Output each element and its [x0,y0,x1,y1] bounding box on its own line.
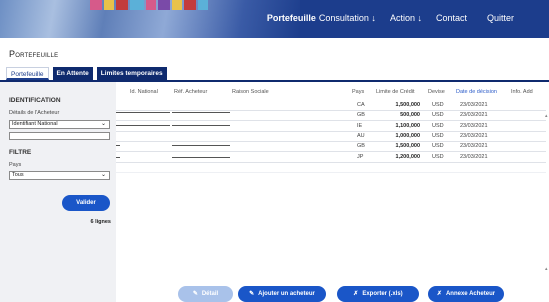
cell-date: 23/03/2021 [460,143,488,149]
cell-devise: USD [432,154,444,160]
cell-devise: USD [432,102,444,108]
row-divider [116,110,546,111]
filtre-heading: FILTRE [9,149,32,156]
pays-select-value: Tous [12,172,24,178]
filter-id-national-input-2[interactable] [116,125,170,126]
detail-button-label: Détail [201,291,219,297]
exporter-xls-label: Exporter (.xls) [362,291,403,297]
chevron-down-icon: ⌄ [100,121,106,127]
cell-limite: 500,000 [400,112,420,118]
cell-devise: USD [432,123,444,129]
id-search-input[interactable] [9,132,110,140]
cell-date: 23/03/2021 [460,133,488,139]
scroll-down-icon[interactable]: ▴ [545,267,549,272]
nav-portefeuille[interactable]: Portefeuille [267,13,316,23]
detail-button[interactable]: ✎ Détail [178,286,233,302]
header-pays[interactable]: Pays [352,89,364,95]
annexe-acheteur-button[interactable]: ✗ Annexe Acheteur [428,286,504,302]
header-ref-acheteur[interactable]: Réf. Acheteur [174,89,207,95]
filter-ref-acheteur-input[interactable] [172,112,230,113]
tab-portefeuille[interactable]: Portefeuille [6,67,49,80]
cell-date: 23/03/2021 [460,154,488,160]
tab-limites-temporaires[interactable]: Limites temporaires [96,67,167,80]
row-divider [116,151,546,152]
row-divider [116,141,546,142]
annexe-acheteur-label: Annexe Acheteur [445,291,496,297]
table-header: Id. National Réf. Acheteur Raison Social… [0,87,549,97]
header-raison-sociale[interactable]: Raison Sociale [232,89,269,95]
page-title: Portefeuille [9,49,59,59]
header-devise[interactable]: Devise [428,89,445,95]
filter-ref-acheteur-input-2[interactable] [172,125,230,126]
pays-select[interactable]: Tous ⌄ [9,171,110,180]
cell-pays: IE [357,123,363,129]
nav-contact[interactable]: Contact [436,13,467,23]
row-count: 6 lignes [90,219,111,225]
add-buyer-icon: ✎ [249,291,255,297]
top-header: Portefeuille Consultation ↓ Action ↓ Con… [0,0,549,38]
cell-pays: CA [357,102,365,108]
main-nav: Portefeuille Consultation ↓ Action ↓ Con… [267,13,549,23]
filter-sidebar: IDENTIFICATION Détails de l'Acheteur Ide… [0,82,116,302]
ajouter-acheteur-label: Ajouter un acheteur [258,291,315,297]
valider-button[interactable]: Valider [62,195,110,211]
id-type-select[interactable]: Identifiant National ⌄ [9,120,110,129]
filter-id-national-input[interactable] [116,112,170,113]
scroll-up-icon[interactable]: ▴ [545,114,549,119]
filter-ref-acheteur-input-3[interactable] [172,145,230,146]
header-id-national[interactable]: Id. National [130,89,158,95]
header-limite-credit[interactable]: Limite de Crédit [376,89,415,95]
filter-line-4 [116,157,120,158]
cell-limite: 1,500,000 [395,143,420,149]
details-acheteur-label: Détails de l'Acheteur [9,110,60,116]
cell-devise: USD [432,133,444,139]
table-bottom-line [116,172,546,173]
filter-line-3 [116,145,120,146]
nav-action-menu[interactable]: Action ↓ [390,13,422,23]
action-bar: ✎ Détail ✎ Ajouter un acheteur ✗ Exporter (… [0,286,549,302]
nav-consultation-menu[interactable]: Consultation ↓ [319,13,376,23]
header-date-decision[interactable]: Date de décision [456,89,497,95]
nav-quitter[interactable]: Quitter [487,13,514,23]
cell-devise: USD [432,112,444,118]
cell-pays: JP [357,154,364,160]
header-info-add[interactable]: Info. Add [511,89,533,95]
filter-ref-acheteur-input-4[interactable] [172,157,230,158]
cell-date: 23/03/2021 [460,112,488,118]
row-divider [116,120,546,121]
tab-bar: Portefeuille En Attente Limites temporai… [6,67,171,80]
cell-date: 23/03/2021 [460,123,488,129]
cell-limite: 1,500,000 [395,102,420,108]
identification-heading: IDENTIFICATION [9,97,61,104]
chevron-down-icon: ⌄ [100,172,106,178]
exporter-xls-button[interactable]: ✗ Exporter (.xls) [337,286,419,302]
cell-limite: 1,000,000 [395,133,420,139]
ajouter-acheteur-button[interactable]: ✎ Ajouter un acheteur [238,286,326,302]
detail-icon: ✎ [192,291,198,297]
header-banner-image [0,0,300,38]
cell-date: 23/03/2021 [460,102,488,108]
row-divider [116,131,546,132]
row-divider [116,162,546,163]
cell-pays: GB [357,112,365,118]
tab-en-attente[interactable]: En Attente [52,67,93,80]
cell-devise: USD [432,143,444,149]
cell-pays: GB [357,143,365,149]
pays-label: Pays [9,162,22,168]
excel-icon: ✗ [436,291,442,297]
cell-pays: AU [357,133,365,139]
cell-limite: 1,200,000 [395,154,420,160]
excel-icon: ✗ [353,291,359,297]
id-type-select-value: Identifiant National [12,121,58,127]
cell-limite: 1,100,000 [395,123,420,129]
